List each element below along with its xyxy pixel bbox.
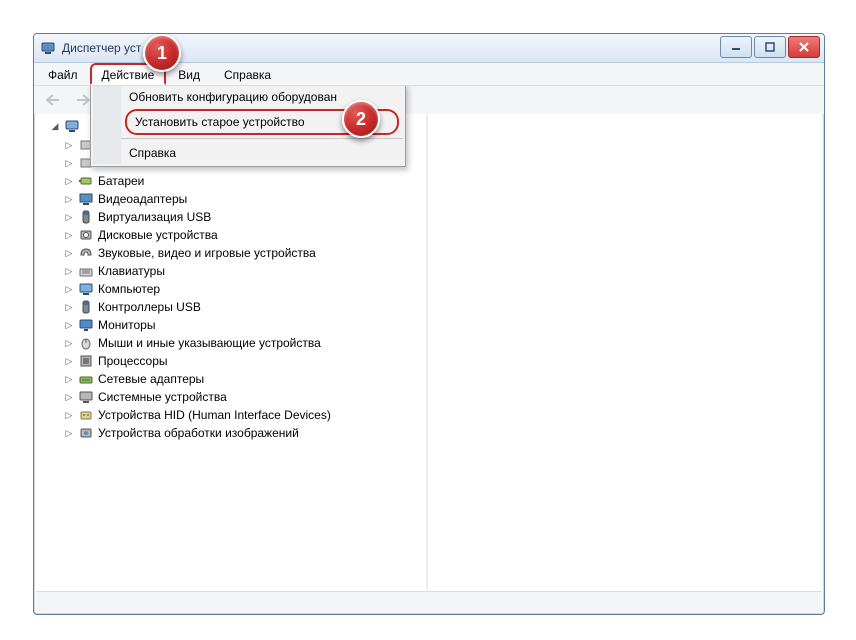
tree-node[interactable]: ▷ Мыши и иные указывающие устройства [64,334,822,352]
tree-node-label: Устройства HID (Human Interface Devices) [98,406,331,424]
tree-node-label: Видеоадаптеры [98,190,187,208]
tree-node-label: Дисковые устройства [98,226,218,244]
computer-icon [78,281,94,297]
tree-node-label: Батареи [98,172,144,190]
tree-node[interactable]: ▷ Мониторы [64,316,822,334]
tree-node-label: Клавиатуры [98,262,165,280]
battery-icon [78,173,94,189]
tree-node-label: Сетевые адаптеры [98,370,204,388]
usb-virtualization-icon [78,209,94,225]
network-adapter-icon [78,371,94,387]
menu-separator [121,138,403,139]
tree-node[interactable]: ▷ Виртуализация USB [64,208,822,226]
expand-icon[interactable]: ▷ [64,158,74,168]
tree-node[interactable]: ▷ Клавиатуры [64,262,822,280]
imaging-device-icon [78,425,94,441]
expand-icon[interactable]: ▷ [64,410,74,420]
tree-node[interactable]: ▷ Системные устройства [64,388,822,406]
expand-icon[interactable]: ▷ [64,320,74,330]
display-adapter-icon [78,191,94,207]
tree-node-label: Мониторы [98,316,155,334]
system-device-icon [78,389,94,405]
computer-icon [64,118,80,134]
tree-node[interactable]: ▷ Процессоры [64,352,822,370]
device-manager-window: Диспетчер уст Файл Действие Вид Справка [33,33,825,615]
close-button[interactable] [788,36,820,58]
expand-icon[interactable]: ▷ [64,284,74,294]
expand-icon[interactable]: ▷ [64,374,74,384]
disk-drive-icon [78,227,94,243]
tree-node[interactable]: ▷ Звуковые, видео и игровые устройства [64,244,822,262]
monitor-icon [78,317,94,333]
tree-node[interactable]: ▷ Сетевые адаптеры [64,370,822,388]
audio-icon [78,245,94,261]
tree-node-label: Системные устройства [98,388,227,406]
statusbar [36,591,822,612]
expand-icon[interactable]: ▷ [64,230,74,240]
expand-icon[interactable]: ▷ [64,356,74,366]
tree-node[interactable]: ▷ Батареи [64,172,822,190]
expand-icon[interactable]: ▷ [64,212,74,222]
tree-node-label: Мыши и иные указывающие устройства [98,334,321,352]
back-button[interactable] [40,88,66,112]
tree-node[interactable]: ▷ Контроллеры USB [64,298,822,316]
tree-node[interactable]: ▷ Устройства HID (Human Interface Devices… [64,406,822,424]
maximize-button[interactable] [754,36,786,58]
hid-device-icon [78,407,94,423]
expand-icon[interactable]: ▷ [64,248,74,258]
expand-icon[interactable]: ▷ [64,140,74,150]
expand-icon[interactable]: ▷ [64,338,74,348]
expand-icon[interactable]: ▷ [64,266,74,276]
tree-node-label: Компьютер [98,280,160,298]
tree-node-label: Процессоры [98,352,168,370]
tree-node[interactable]: ▷ Видеоадаптеры [64,190,822,208]
expand-icon[interactable]: ▷ [64,302,74,312]
menu-item-help[interactable]: Справка [121,142,403,164]
menu-file[interactable]: Файл [36,63,90,85]
menu-help[interactable]: Справка [212,63,283,85]
app-icon [40,40,56,56]
processor-icon [78,353,94,369]
collapse-icon[interactable]: ◢ [50,121,60,131]
expand-icon[interactable]: ▷ [64,194,74,204]
tree-node[interactable]: ▷ Дисковые устройства [64,226,822,244]
minimize-button[interactable] [720,36,752,58]
callout-badge-1: 1 [143,34,181,72]
tree-node-label: Звуковые, видео и игровые устройства [98,244,316,262]
expand-icon[interactable]: ▷ [64,176,74,186]
keyboard-icon [78,263,94,279]
mouse-icon [78,335,94,351]
usb-controller-icon [78,299,94,315]
tree-node[interactable]: ▷ Компьютер [64,280,822,298]
tree-node-label: Виртуализация USB [98,208,211,226]
tree-node[interactable]: ▷ Устройства обработки изображений [64,424,822,442]
tree-node-label: Устройства обработки изображений [98,424,299,442]
callout-badge-2: 2 [342,100,380,138]
device-tree-panel: ◢ ▷ ▷ ▷ Батареи ▷ Видеоадаптеры ▷ Виртуализация… [36,114,822,590]
expand-icon[interactable]: ▷ [64,428,74,438]
tree-node-label: Контроллеры USB [98,298,201,316]
expand-icon[interactable]: ▷ [64,392,74,402]
panel-divider [426,114,428,590]
